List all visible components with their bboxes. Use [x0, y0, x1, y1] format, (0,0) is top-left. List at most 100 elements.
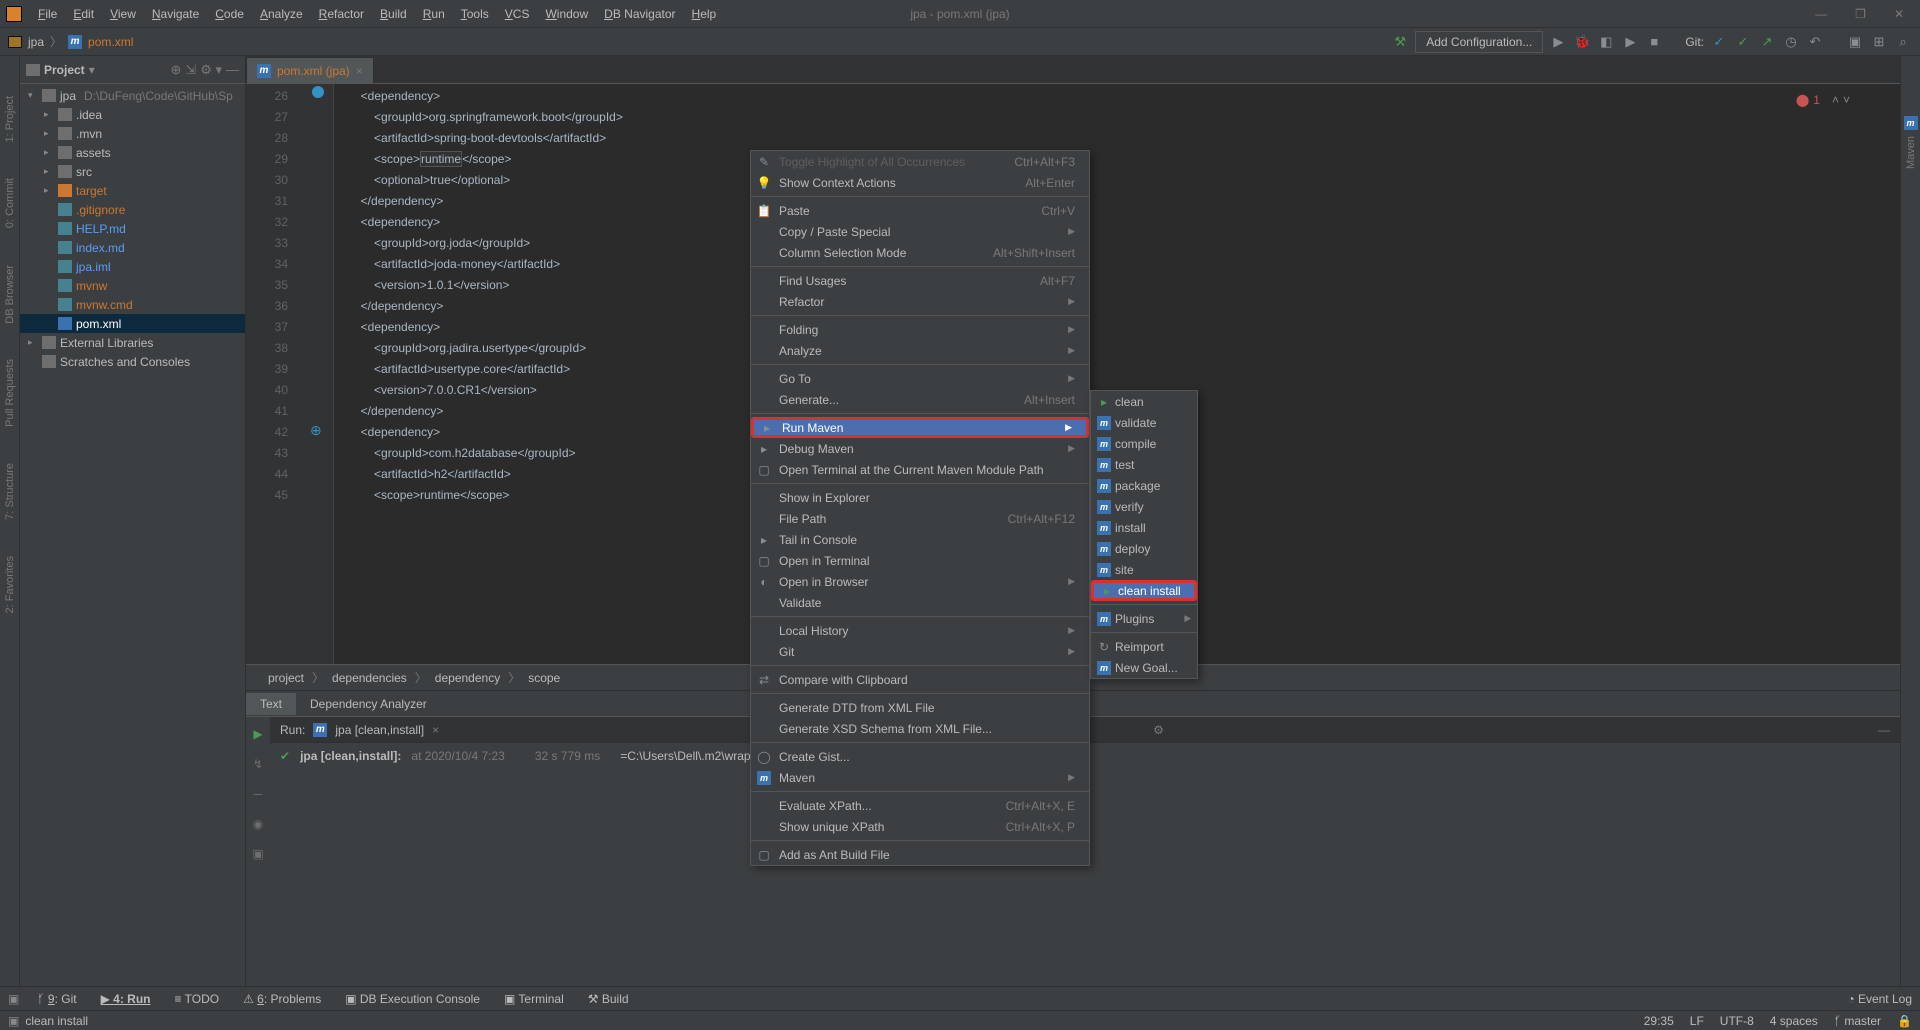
file-encoding[interactable]: UTF-8 — [1720, 1014, 1754, 1028]
crumb-scope[interactable]: scope — [528, 671, 560, 685]
menu-item-debug-maven[interactable]: ▸Debug Maven▶ — [751, 438, 1089, 459]
hide-icon[interactable]: — — [1878, 723, 1890, 737]
tree-node[interactable]: .gitignore — [20, 200, 245, 219]
menu-item-evaluate-xpath-[interactable]: Evaluate XPath...Ctrl+Alt+X, E — [751, 795, 1089, 816]
pin-icon[interactable]: ─ — [254, 787, 263, 801]
menu-item-go-to[interactable]: Go To▶ — [751, 368, 1089, 389]
minimize-icon[interactable]: — — [1815, 7, 1827, 21]
tree-node[interactable]: .mvn — [20, 124, 245, 143]
menu-item-maven[interactable]: mMaven▶ — [751, 767, 1089, 788]
menu-build[interactable]: Build — [374, 5, 413, 23]
code-line[interactable]: <artifactId>usertype.core</artifactId> — [334, 359, 1900, 380]
code-line[interactable]: <scope>runtime</scope> — [334, 149, 1900, 170]
submenu-item-site[interactable]: msite — [1091, 559, 1197, 580]
menu-window[interactable]: Window — [539, 5, 594, 23]
tool-4--run[interactable]: ▶ 4: Run — [101, 992, 151, 1006]
tool-db-browser[interactable]: DB Browser — [4, 265, 16, 324]
camera-icon[interactable]: ▣ — [252, 847, 263, 861]
submenu-item-verify[interactable]: mverify — [1091, 496, 1197, 517]
menu-item-folding[interactable]: Folding▶ — [751, 319, 1089, 340]
submenu-item-reimport[interactable]: ↻Reimport — [1091, 636, 1197, 657]
menu-refactor[interactable]: Refactor — [313, 5, 370, 23]
tree-node[interactable]: target — [20, 181, 245, 200]
menu-item-file-path[interactable]: File PathCtrl+Alt+F12 — [751, 508, 1089, 529]
maven-tool-icon[interactable]: m — [1904, 116, 1918, 130]
menu-item-generate-[interactable]: Generate...Alt+Insert — [751, 389, 1089, 410]
menu-item-compare-with-clipboard[interactable]: ⇄Compare with Clipboard — [751, 669, 1089, 690]
menu-item-generate-xsd-schema-from-xml-file-[interactable]: Generate XSD Schema from XML File... — [751, 718, 1089, 739]
tab-pom-xml[interactable]: m pom.xml (jpa) × — [246, 57, 374, 83]
submenu-item-new-goal-[interactable]: mNew Goal... — [1091, 657, 1197, 678]
menu-item-show-context-actions[interactable]: 💡Show Context ActionsAlt+Enter — [751, 172, 1089, 193]
menu-db-navigator[interactable]: DB Navigator — [598, 5, 681, 23]
crumb-project[interactable]: project — [268, 671, 304, 685]
menu-view[interactable]: View — [104, 5, 142, 23]
rollback-icon[interactable]: ↶ — [1806, 33, 1824, 51]
code-line[interactable]: <version>1.0.1</version> — [334, 275, 1900, 296]
tree-node[interactable]: Scratches and Consoles — [20, 352, 245, 371]
submenu-item-clean[interactable]: ▸clean — [1091, 391, 1197, 412]
commit-icon[interactable]: ✓ — [1734, 33, 1752, 51]
tree-node[interactable]: jpa.iml — [20, 257, 245, 276]
target-icon[interactable]: ⊕ — [170, 62, 181, 78]
breadcrumb[interactable]: jpa 〉 m pom.xml — [8, 33, 133, 50]
tree-node[interactable]: .idea — [20, 105, 245, 124]
tree-node[interactable]: External Libraries — [20, 333, 245, 352]
gear-icon[interactable]: ⚙ ▾ — [200, 62, 222, 78]
submenu-item-compile[interactable]: mcompile — [1091, 433, 1197, 454]
menu-tools[interactable]: Tools — [455, 5, 495, 23]
menu-analyze[interactable]: Analyze — [254, 5, 309, 23]
tool-todo[interactable]: ≡ TODO — [175, 992, 220, 1006]
code-line[interactable]: </dependency> — [334, 191, 1900, 212]
tool-build[interactable]: ⚒ Build — [588, 992, 629, 1006]
menu-item-find-usages[interactable]: Find UsagesAlt+F7 — [751, 270, 1089, 291]
tree-node[interactable]: assets — [20, 143, 245, 162]
lock-icon[interactable]: 🔒 — [1897, 1014, 1912, 1028]
menu-help[interactable]: Help — [686, 5, 723, 23]
menu-item-paste[interactable]: 📋PasteCtrl+V — [751, 200, 1089, 221]
tree-node[interactable]: mvnw — [20, 276, 245, 295]
menu-navigate[interactable]: Navigate — [146, 5, 205, 23]
menu-item-add-as-ant-build-file[interactable]: ▢Add as Ant Build File — [751, 844, 1089, 865]
menu-item-generate-dtd-from-xml-file[interactable]: Generate DTD from XML File — [751, 697, 1089, 718]
tool-0--commit[interactable]: 0: Commit — [4, 178, 16, 228]
menu-code[interactable]: Code — [209, 5, 250, 23]
profile-icon[interactable]: ▶ — [1621, 33, 1639, 51]
hide-windows-icon[interactable]: ▣ — [1846, 33, 1864, 51]
menu-file[interactable]: File — [32, 5, 63, 23]
breakpoint-icon[interactable] — [312, 86, 324, 98]
tree-node[interactable]: mvnw.cmd — [20, 295, 245, 314]
code-line[interactable]: <groupId>org.springframework.boot</group… — [334, 107, 1900, 128]
editor-tab-text[interactable]: Text — [246, 693, 296, 715]
menu-item-tail-in-console[interactable]: ▸Tail in Console — [751, 529, 1089, 550]
menu-item-copy-paste-special[interactable]: Copy / Paste Special▶ — [751, 221, 1089, 242]
submenu-item-validate[interactable]: mvalidate — [1091, 412, 1197, 433]
menu-item-create-gist-[interactable]: ◯Create Gist... — [751, 746, 1089, 767]
git-branch[interactable]: ᚶ master — [1834, 1014, 1881, 1028]
code-line[interactable]: <artifactId>spring-boot-devtools</artifa… — [334, 128, 1900, 149]
menu-item-show-unique-xpath[interactable]: Show unique XPathCtrl+Alt+X, P — [751, 816, 1089, 837]
line-separator[interactable]: LF — [1690, 1014, 1704, 1028]
crumb-dependencies[interactable]: dependencies — [332, 671, 407, 685]
tool-terminal[interactable]: ▣ Terminal — [504, 992, 564, 1006]
run-icon[interactable]: ▶ — [1549, 33, 1567, 51]
hammer-icon[interactable]: ⚒ — [1391, 33, 1409, 51]
menu-item-open-in-terminal[interactable]: ▢Open in Terminal — [751, 550, 1089, 571]
close-tab-icon[interactable]: × — [356, 64, 363, 78]
editor-tab-dependency-analyzer[interactable]: Dependency Analyzer — [296, 693, 441, 715]
update-icon[interactable]: ✓ — [1710, 33, 1728, 51]
chevron-down-icon[interactable]: ˅ — [1843, 90, 1850, 111]
rerun-icon[interactable]: ▶ — [253, 727, 262, 741]
tool-db-execution-console[interactable]: ▣ DB Execution Console — [345, 992, 480, 1006]
debug-icon[interactable]: 🐞 — [1573, 33, 1591, 51]
code-line[interactable]: <groupId>org.jadira.usertype</groupId> — [334, 338, 1900, 359]
search-icon[interactable]: ⌕ — [1894, 33, 1912, 51]
error-indicator[interactable]: ⬤ 1 ˄ ˅ — [1796, 90, 1850, 111]
menu-item-refactor[interactable]: Refactor▶ — [751, 291, 1089, 312]
filter-icon[interactable]: ◉ — [253, 817, 263, 831]
gutter-marker-icon[interactable]: ⊕ — [310, 422, 322, 439]
tree-node[interactable]: HELP.md — [20, 219, 245, 238]
tool-6--problems[interactable]: ⚠ 6: Problems — [243, 992, 321, 1006]
tool-pull-requests[interactable]: Pull Requests — [4, 359, 16, 427]
menu-item-show-in-explorer[interactable]: Show in Explorer — [751, 487, 1089, 508]
